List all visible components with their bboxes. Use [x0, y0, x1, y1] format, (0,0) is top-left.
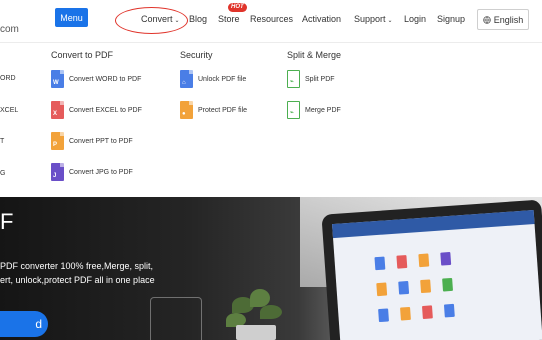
word-file-icon: W	[51, 70, 64, 88]
convert-jpg-link[interactable]: J Convert JPG to PDF	[51, 163, 133, 181]
unlock-pdf-link[interactable]: ⌂ Unlock PDF file	[180, 70, 246, 88]
cut-off-item[interactable]: G	[0, 170, 5, 177]
hero-banner: F PDF converter 100% free,Merge, split, …	[0, 197, 542, 340]
merge-pdf-label: Merge PDF	[305, 106, 341, 114]
merge-file-icon: ⌁	[287, 101, 300, 119]
hero-glass-image	[150, 297, 202, 340]
split-file-icon: ⌁	[287, 70, 300, 88]
convert-jpg-label: Convert JPG to PDF	[69, 168, 133, 176]
nav-blog[interactable]: Blog	[189, 14, 207, 24]
hero-plant-image	[222, 287, 290, 340]
security-heading: Security	[180, 50, 213, 60]
nav-activation[interactable]: Activation	[302, 14, 341, 24]
unlock-file-icon: ⌂	[180, 70, 193, 88]
hero-description-line-1: PDF converter 100% free,Merge, split,	[0, 261, 154, 271]
nav-convert[interactable]: Convert ⌄	[141, 14, 180, 24]
jpg-file-icon: J	[51, 163, 64, 181]
nav-signup[interactable]: Signup	[437, 14, 465, 24]
logo-text[interactable]: com	[0, 24, 19, 35]
ppt-file-icon: P	[51, 132, 64, 150]
nav-support[interactable]: Support ⌄	[354, 14, 393, 24]
protect-pdf-link[interactable]: ● Protect PDF file	[180, 101, 247, 119]
nav-store[interactable]: Store	[218, 14, 240, 24]
cut-off-item[interactable]: XCEL	[0, 107, 18, 114]
protect-file-icon: ●	[180, 101, 193, 119]
convert-excel-label: Convert EXCEL to PDF	[69, 106, 142, 114]
convert-to-pdf-heading: Convert to PDF	[51, 50, 114, 60]
split-pdf-label: Split PDF	[305, 75, 335, 83]
nav-convert-label: Convert	[141, 14, 173, 24]
chevron-down-icon: ⌄	[174, 18, 180, 24]
convert-ppt-link[interactable]: P Convert PPT to PDF	[51, 132, 133, 150]
split-merge-heading: Split & Merge	[287, 50, 342, 60]
merge-pdf-link[interactable]: ⌁ Merge PDF	[287, 101, 341, 119]
cut-off-item[interactable]: T	[0, 138, 4, 145]
nav-support-label: Support	[354, 14, 386, 24]
globe-icon	[482, 15, 491, 24]
menu-button[interactable]: Menu	[55, 8, 88, 27]
hero-title: F	[0, 209, 14, 234]
nav-resources[interactable]: Resources	[250, 14, 293, 24]
split-pdf-link[interactable]: ⌁ Split PDF	[287, 70, 335, 88]
cut-off-item[interactable]: ORD	[0, 75, 16, 82]
protect-pdf-label: Protect PDF file	[198, 106, 248, 114]
hero-tablet-image	[321, 199, 542, 340]
top-navbar: com Menu Convert ⌄ Blog HOT Store Resourc…	[0, 0, 542, 43]
hero-cta-button[interactable]: d	[0, 311, 48, 337]
convert-word-link[interactable]: W Convert WORD to PDF	[51, 70, 141, 88]
convert-dropdown-panel: ORD XCEL T G Convert to PDF W Convert WO…	[0, 43, 542, 197]
hot-badge: HOT	[228, 3, 247, 12]
hero-description-line-2: ert, unlock,protect PDF all in one place	[0, 275, 155, 285]
excel-file-icon: X	[51, 101, 64, 119]
convert-excel-link[interactable]: X Convert EXCEL to PDF	[51, 101, 142, 119]
unlock-pdf-label: Unlock PDF file	[198, 75, 247, 83]
convert-word-label: Convert WORD to PDF	[69, 75, 142, 83]
chevron-down-icon: ⌄	[387, 18, 393, 24]
language-label: English	[493, 14, 524, 25]
convert-ppt-label: Convert PPT to PDF	[69, 137, 133, 145]
nav-login[interactable]: Login	[404, 14, 426, 24]
language-button[interactable]: English	[477, 9, 529, 30]
